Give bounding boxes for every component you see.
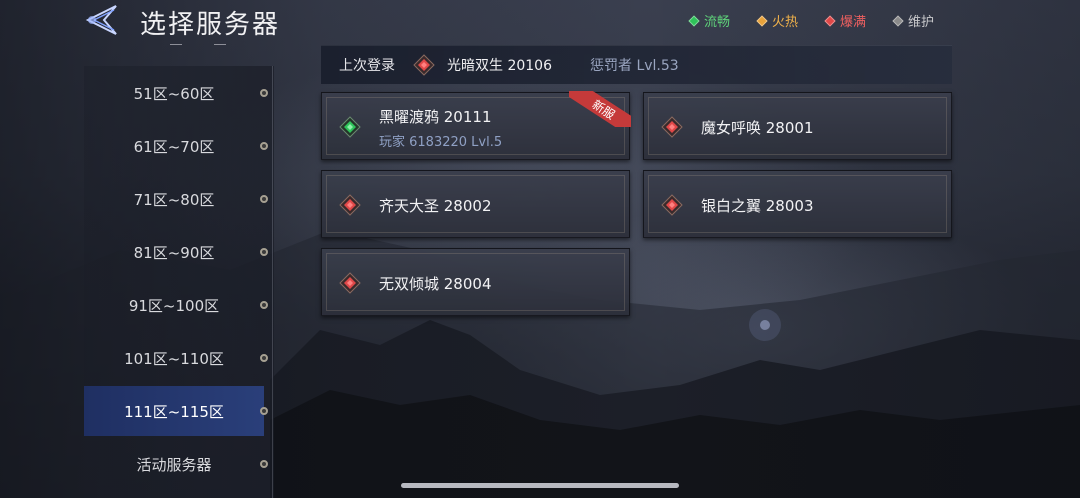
sidebar-item-label: 91区~100区: [128, 296, 220, 315]
diamond-icon: [756, 14, 768, 27]
sidebar-item-label: 51区~60区: [133, 84, 215, 103]
badge-label: 新服: [569, 91, 631, 127]
server-card-28003[interactable]: 银白之翼 28003: [643, 170, 952, 238]
zone-indicator-icon: [260, 354, 268, 362]
zone-indicator-icon: [260, 142, 268, 150]
status-full-icon: [339, 194, 361, 216]
status-full-icon: [661, 194, 683, 216]
last-login-server: 光暗双生 20106: [447, 58, 552, 74]
legend-maintenance: 维护: [892, 11, 935, 30]
legend-full: 爆满: [824, 11, 867, 30]
sidebar-item-label: 111区~115区: [124, 402, 224, 421]
last-login-label: 上次登录: [339, 58, 395, 74]
sidebar-item-51-60[interactable]: 51区~60区: [84, 68, 264, 118]
status-smooth-icon: [339, 116, 361, 138]
zone-indicator-icon: [260, 248, 268, 256]
sidebar-item-event-servers[interactable]: 活动服务器: [84, 439, 264, 489]
home-indicator[interactable]: [401, 483, 679, 488]
sidebar-item-label: 61区~70区: [133, 137, 215, 156]
legend-label: 流畅: [704, 15, 731, 30]
sidebar-item-61-70[interactable]: 61区~70区: [84, 121, 264, 171]
sidebar-item-71-80[interactable]: 71区~80区: [84, 174, 264, 224]
status-full-icon: [413, 54, 435, 76]
title-divider: [170, 44, 226, 46]
diamond-icon: [892, 14, 904, 27]
sidebar-item-label: 81区~90区: [133, 243, 215, 262]
legend-label: 火热: [772, 15, 799, 30]
legend-label: 维护: [908, 15, 935, 30]
server-name: 齐天大圣 28002: [379, 197, 492, 215]
last-login-player: 惩罚者 Lvl.53: [590, 58, 679, 74]
diamond-icon: [824, 14, 836, 27]
page-title: 选择服务器: [140, 10, 281, 40]
server-card-28002[interactable]: 齐天大圣 28002: [321, 170, 630, 238]
sidebar-item-101-110[interactable]: 101区~110区: [84, 333, 264, 383]
zone-indicator-icon: [260, 301, 268, 309]
sidebar-item-label: 71区~80区: [133, 190, 215, 209]
zone-indicator-icon: [260, 407, 268, 415]
sidebar-item-label: 活动服务器: [136, 455, 212, 474]
status-legend: 流畅 火热 爆满 维护: [688, 11, 935, 30]
sidebar-item-91-100[interactable]: 91区~100区: [84, 280, 264, 330]
back-logo-icon[interactable]: [74, 0, 128, 40]
server-name: 银白之翼 28003: [701, 197, 814, 215]
legend-label: 爆满: [840, 15, 867, 30]
zone-indicator-icon: [260, 460, 268, 468]
zone-indicator-icon: [260, 89, 268, 97]
server-name: 魔女呼唤 28001: [701, 119, 814, 137]
server-card-28001[interactable]: 魔女呼唤 28001: [643, 92, 952, 160]
server-player-info: 玩家 6183220 Lvl.5: [379, 135, 503, 150]
server-card-28004[interactable]: 无双倾城 28004: [321, 248, 630, 316]
status-full-icon: [661, 116, 683, 138]
zone-indicator-icon: [260, 195, 268, 203]
status-full-icon: [339, 272, 361, 294]
new-server-badge: 新服: [569, 91, 631, 127]
diamond-icon: [688, 14, 700, 27]
sidebar-item-81-90[interactable]: 81区~90区: [84, 227, 264, 277]
sidebar-item-label: 101区~110区: [124, 349, 224, 368]
sidebar-item-111-115[interactable]: 111区~115区: [84, 386, 264, 436]
sidebar-divider: [272, 66, 273, 498]
last-login-bar[interactable]: 上次登录 光暗双生 20106 惩罚者 Lvl.53: [321, 45, 952, 84]
server-card-20111[interactable]: 黑曜渡鸦 20111 玩家 6183220 Lvl.5 新服: [321, 91, 631, 160]
server-name: 黑曜渡鸦 20111: [379, 108, 492, 126]
server-name: 无双倾城 28004: [379, 275, 492, 293]
legend-smooth: 流畅: [688, 11, 731, 30]
legend-hot: 火热: [756, 11, 799, 30]
